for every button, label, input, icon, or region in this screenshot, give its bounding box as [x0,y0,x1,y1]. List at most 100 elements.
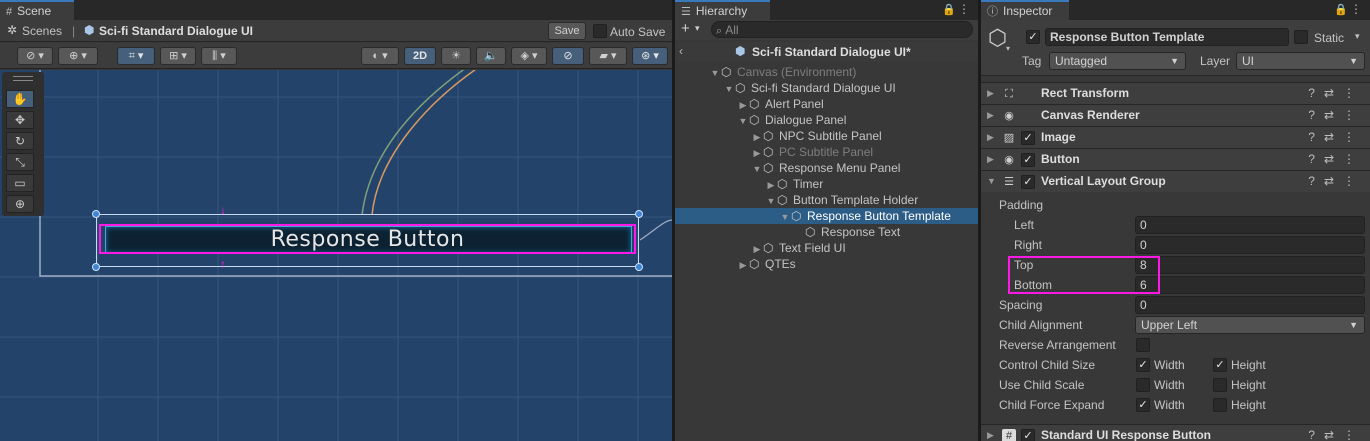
help-icon[interactable]: ? [1308,174,1324,188]
scene-viewport[interactable]: Response Button ↓ ↑ [0,70,672,441]
expanded-arrow-icon[interactable]: ▼ [765,193,777,209]
tab-inspector[interactable]: ⓘ Inspector [981,0,1069,20]
scene-visibility-toggle[interactable]: ⊘ [552,47,584,65]
scale-tool-button[interactable]: ⤡ [6,153,34,171]
rect-tool-button[interactable]: ▭ [6,174,34,192]
rect-handle-tl[interactable] [92,210,100,218]
active-checkbox[interactable]: ✓ [1026,30,1040,44]
component-enabled-checkbox[interactable]: ✓ [1021,153,1035,167]
component-enabled-checkbox[interactable]: ✓ [1021,175,1035,189]
hand-tool-button[interactable]: ✋ [6,90,34,108]
expanded-arrow-icon[interactable]: ▼ [723,81,735,97]
collapsed-arrow-icon[interactable]: ▶ [737,97,749,113]
gizmos-dropdown[interactable]: ⊛ ▾ [632,47,668,65]
hierarchy-item[interactable]: ▼ ⬡ Canvas (Environment) [675,64,978,80]
context-menu-icon[interactable]: ⋮ [1343,152,1364,166]
context-menu-icon[interactable]: ⋮ [1343,108,1364,122]
control-child-size-width-checkbox[interactable]: ✓ [1136,358,1150,372]
collapsed-arrow-icon[interactable]: ▶ [751,145,763,161]
transform-tool-button[interactable]: ⊕ [6,195,34,213]
expanded-arrow-icon[interactable]: ▼ [737,113,749,129]
presets-icon[interactable]: ⇄ [1324,108,1343,122]
move-tool-button[interactable]: ✥ [6,111,34,129]
rect-handle-bl[interactable] [92,263,100,271]
auto-save-checkbox[interactable] [593,24,607,38]
create-add-icon[interactable]: + [681,20,690,37]
component-header[interactable]: ▶ ⛶ Rect Transform ?⇄⋮ [981,82,1370,104]
presets-icon[interactable]: ⇄ [1324,86,1343,100]
hierarchy-item[interactable]: ⬡ Response Text [675,224,978,240]
child-force-expand-width-checkbox[interactable]: ✓ [1136,398,1150,412]
hierarchy-item[interactable]: ▼ ⬡ Response Button Template [675,208,978,224]
hierarchy-item[interactable]: ▼ ⬡ Button Template Holder [675,192,978,208]
hierarchy-item[interactable]: ▶ ⬡ Timer [675,176,978,192]
presets-icon[interactable]: ⇄ [1324,152,1343,166]
kebab-menu-icon[interactable]: ⋮ [958,2,970,16]
use-child-scale-height-checkbox[interactable] [1213,378,1227,392]
hierarchy-item[interactable]: ▶ ⬡ PC Subtitle Panel [675,144,978,160]
tab-scene[interactable]: # Scene [0,0,74,20]
help-icon[interactable]: ? [1308,152,1324,166]
context-menu-icon[interactable]: ⋮ [1343,428,1364,441]
collapsed-arrow-icon[interactable]: ▶ [751,241,763,257]
create-dropdown-icon[interactable]: ▾ [695,23,700,34]
hierarchy-item[interactable]: ▼ ⬡ Dialogue Panel [675,112,978,128]
tag-dropdown[interactable]: Untagged ▼ [1049,52,1186,70]
component-header[interactable]: ▼ ☰ ✓ Vertical Layout Group ?⇄⋮ [981,170,1370,192]
help-icon[interactable]: ? [1308,108,1324,122]
response-button-rect[interactable]: Response Button [96,214,639,267]
presets-icon[interactable]: ⇄ [1324,428,1343,441]
padding-left-field[interactable]: 0 [1135,216,1365,234]
hierarchy-item[interactable]: ▼ ⬡ Response Menu Panel [675,160,978,176]
shading-dropdown[interactable]: ◐ ▾ [361,47,399,65]
padding-right-field[interactable]: 0 [1135,236,1365,254]
rotate-tool-button[interactable]: ↻ [6,132,34,150]
expanded-arrow-icon[interactable]: ▼ [751,161,763,177]
component-enabled-checkbox[interactable]: ✓ [1021,131,1035,145]
increment-snap-dropdown[interactable]: ⫼ ▾ [201,47,237,65]
lighting-toggle[interactable]: ☀ [441,47,471,65]
child-alignment-dropdown[interactable]: Upper Left ▼ [1135,316,1365,334]
context-menu-icon[interactable]: ⋮ [1343,174,1364,188]
child-force-expand-height-checkbox[interactable] [1213,398,1227,412]
help-icon[interactable]: ? [1308,86,1324,100]
global-dropdown[interactable]: ⊕ ▾ [58,47,98,65]
presets-icon[interactable]: ⇄ [1324,130,1343,144]
context-menu-icon[interactable]: ⋮ [1343,86,1364,100]
hierarchy-scene-header[interactable]: ‹ ⬢ Sci-fi Standard Dialogue UI* [675,42,978,62]
draw-mode-dropdown[interactable]: ⊘ ▾ [17,47,53,65]
collapsed-arrow-icon[interactable]: ▶ [737,257,749,273]
collapsed-arrow-icon[interactable]: ▶ [765,177,777,193]
back-chevron-icon[interactable]: ‹ [679,44,683,58]
component-header[interactable]: ▶ ◉ ✓ Button ?⇄⋮ [981,148,1370,170]
inspector-kebab-icon[interactable]: ⋮ [1350,2,1362,16]
breadcrumb-scene-name[interactable]: Sci-fi Standard Dialogue UI [99,24,253,38]
collapsed-arrow-icon[interactable]: ▶ [751,129,763,145]
use-child-scale-width-checkbox[interactable] [1136,378,1150,392]
hierarchy-item[interactable]: ▶ ⬡ QTEs [675,256,978,272]
inspector-lock-icon[interactable]: 🔒 [1334,3,1348,16]
component-header[interactable]: ▶ ◉ Canvas Renderer ?⇄⋮ [981,104,1370,126]
context-menu-icon[interactable]: ⋮ [1343,130,1364,144]
spacing-field[interactable]: 0 [1135,296,1365,314]
audio-toggle[interactable]: 🔈 [476,47,506,65]
padding-bottom-field[interactable]: 6 [1135,276,1365,294]
breadcrumb-scenes[interactable]: Scenes [22,24,62,38]
padding-top-field[interactable]: 8 [1135,256,1365,274]
rect-handle-tr[interactable] [635,210,643,218]
help-icon[interactable]: ? [1308,130,1324,144]
icon-dropdown-icon[interactable]: ▾ [1006,44,1010,53]
grid-dropdown[interactable]: ⊞ ▾ [160,47,196,65]
reverse-arrangement-checkbox[interactable] [1136,338,1150,352]
hierarchy-item[interactable]: ▶ ⬡ NPC Subtitle Panel [675,128,978,144]
palette-grip[interactable] [13,76,33,81]
static-checkbox[interactable] [1294,30,1308,44]
layer-dropdown[interactable]: UI ▼ [1236,52,1365,70]
component-header[interactable]: ▶ ▨ ✓ Image ?⇄⋮ [981,126,1370,148]
component-enabled-checkbox[interactable]: ✓ [1021,429,1035,441]
padding-foldout-label[interactable]: Padding [999,195,1043,215]
help-icon[interactable]: ? [1308,428,1324,441]
hierarchy-search-field[interactable]: ⌕ All [711,21,973,38]
presets-icon[interactable]: ⇄ [1324,174,1343,188]
effects-dropdown[interactable]: ◈ ▾ [511,47,547,65]
